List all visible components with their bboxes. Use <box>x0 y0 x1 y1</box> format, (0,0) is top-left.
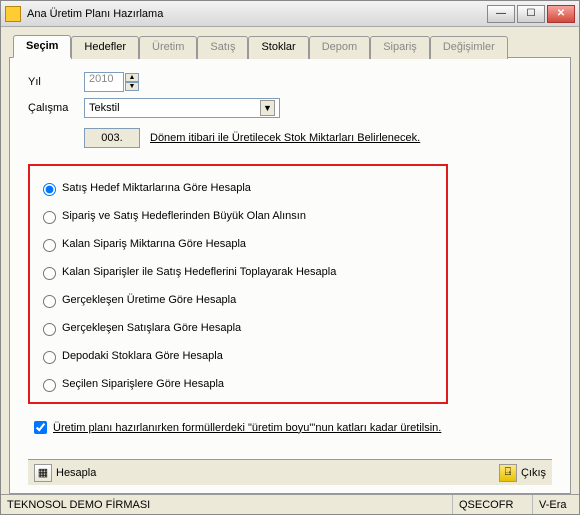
tab-depom[interactable]: Depom <box>309 36 370 59</box>
window-title: Ana Üretim Planı Hazırlama <box>27 8 487 20</box>
chevron-down-icon: ▼ <box>260 100 275 116</box>
opt-gerceklesen-satis[interactable] <box>43 323 56 336</box>
tab-page-secim: Yıl 2010 ▲ ▼ Çalışma Tekstil ▼ 003. <box>9 57 571 494</box>
year-step-up[interactable]: ▲ <box>125 73 139 82</box>
work-dropdown-value: Tekstil <box>89 102 120 114</box>
tab-siparis[interactable]: Sipariş <box>370 36 430 59</box>
maximize-button[interactable]: ☐ <box>517 5 545 23</box>
opt-label: Satış Hedef Miktarlarına Göre Hesapla <box>62 182 251 194</box>
uretim-boyu-label: Üretim planı hazırlanırken formüllerdeki… <box>53 422 441 434</box>
description-text: Dönem itibari ile Üretilecek Stok Miktar… <box>150 132 420 144</box>
opt-kalan-toplayarak[interactable] <box>43 267 56 280</box>
opt-label: Depodaki Stoklara Göre Hesapla <box>62 350 223 362</box>
code-display: 003. <box>84 128 140 148</box>
opt-gerceklesen-uretim[interactable] <box>43 295 56 308</box>
title-bar[interactable]: Ana Üretim Planı Hazırlama — ☐ ✕ <box>1 1 579 27</box>
status-bar: TEKNOSOL DEMO FİRMASI QSECOFR V-Era <box>1 494 579 514</box>
main-window: Ana Üretim Planı Hazırlama — ☐ ✕ Seçim H… <box>0 0 580 515</box>
close-button[interactable]: ✕ <box>547 5 575 23</box>
action-bar: ▦ Hesapla ⍈ Çıkış <box>28 459 552 485</box>
app-icon <box>5 6 21 22</box>
work-label: Çalışma <box>28 102 84 114</box>
client-area: Seçim Hedefler Üretim Satış Stoklar Depo… <box>1 27 579 494</box>
year-step-down[interactable]: ▼ <box>125 82 139 91</box>
exit-button-label: Çıkış <box>521 467 546 479</box>
status-user: QSECOFR <box>453 495 533 514</box>
status-version: V-Era <box>533 495 579 514</box>
tab-uretim[interactable]: Üretim <box>139 36 197 59</box>
uretim-boyu-checkbox[interactable] <box>34 421 47 434</box>
opt-satis-hedef[interactable] <box>43 183 56 196</box>
tab-stoklar[interactable]: Stoklar <box>248 36 308 59</box>
opt-kalan-siparis[interactable] <box>43 239 56 252</box>
work-dropdown[interactable]: Tekstil ▼ <box>84 98 280 118</box>
minimize-button[interactable]: — <box>487 5 515 23</box>
status-company: TEKNOSOL DEMO FİRMASI <box>1 495 453 514</box>
opt-siparis-buyuk[interactable] <box>43 211 56 224</box>
calculator-icon: ▦ <box>34 464 52 482</box>
opt-depodaki-stoklar[interactable] <box>43 351 56 364</box>
opt-secilen-siparisler[interactable] <box>43 379 56 392</box>
exit-icon: ⍈ <box>499 464 517 482</box>
year-input[interactable]: 2010 <box>84 72 124 92</box>
tab-satis[interactable]: Satış <box>197 36 248 59</box>
exit-button[interactable]: ⍈ Çıkış <box>499 464 546 482</box>
opt-label: Kalan Sipariş Miktarına Göre Hesapla <box>62 238 246 250</box>
opt-label: Gerçekleşen Satışlara Göre Hesapla <box>62 322 241 334</box>
tab-hedefler[interactable]: Hedefler <box>71 36 139 59</box>
opt-label: Kalan Siparişler ile Satış Hedeflerini T… <box>62 266 336 278</box>
opt-label: Seçilen Siparişlere Göre Hesapla <box>62 378 224 390</box>
tab-secim[interactable]: Seçim <box>13 35 71 58</box>
calc-button[interactable]: ▦ Hesapla <box>34 464 96 482</box>
tab-strip: Seçim Hedefler Üretim Satış Stoklar Depo… <box>9 35 571 58</box>
calc-button-label: Hesapla <box>56 467 96 479</box>
opt-label: Sipariş ve Satış Hedeflerinden Büyük Ola… <box>62 210 306 222</box>
year-label: Yıl <box>28 76 84 88</box>
tab-degisimler[interactable]: Değişimler <box>430 36 508 59</box>
calc-options-group: Satış Hedef Miktarlarına Göre Hesapla Si… <box>28 164 448 404</box>
opt-label: Gerçekleşen Üretime Göre Hesapla <box>62 294 236 306</box>
